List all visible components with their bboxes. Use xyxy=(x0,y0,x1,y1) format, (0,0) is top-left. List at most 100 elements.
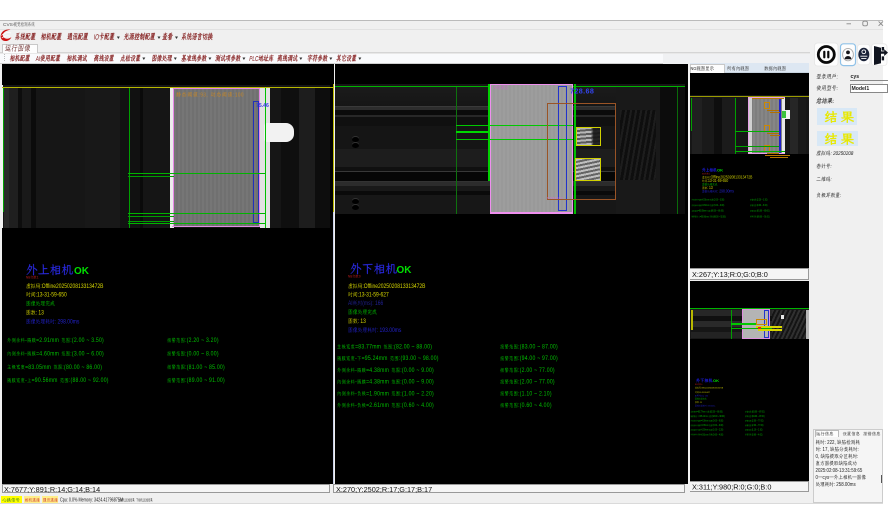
svg-text:1: 1 xyxy=(125,498,126,503)
svg-text:: 222,: : 222, xyxy=(825,440,836,446)
svg-text:=95.24mm: =95.24mm xyxy=(362,356,388,363)
svg-text:0,: 0, xyxy=(816,454,820,460)
svg-text:=1.90mm: =1.90mm xyxy=(701,430,709,432)
svg-text:=1.90mm: =1.90mm xyxy=(366,391,389,398)
svg-text::: : xyxy=(857,448,858,453)
svg-text:AI: AI xyxy=(494,85,497,91)
svg-text::(88.00 ~ 92.00): :(88.00 ~ 92.00) xyxy=(69,378,109,385)
svg-text:0: 0 xyxy=(816,475,819,481)
svg-text::(1.00 ~ 2.20): :(1.00 ~ 2.20) xyxy=(712,430,723,432)
svg-text:=90.56mm: =90.56mm xyxy=(32,378,58,385)
svg-text:-: - xyxy=(698,199,699,201)
svg-text::(2.00 ~ 77.00): :(2.00 ~ 77.00) xyxy=(751,420,763,422)
svg-text:: 193.00ms: : 193.00ms xyxy=(707,405,716,407)
svg-text::(2.20 ~ 3.20): :(2.20 ~ 3.20) xyxy=(185,338,219,345)
svg-text:X:270;Y:2502;R:17;G:17;B:17: X:270;Y:2502;R:17;G:17;B:17 xyxy=(336,485,432,494)
svg-text:2025:02:08-13:31:59:65: 2025:02:08-13:31:59:65 xyxy=(816,468,863,474)
svg-text:=4.38mm: =4.38mm xyxy=(366,367,389,374)
svg-text:NG: NG xyxy=(695,384,698,386)
svg-text:PLC: PLC xyxy=(249,56,260,63)
svg-text:=83.77mm: =83.77mm xyxy=(355,344,381,351)
svg-text:-: - xyxy=(697,416,698,418)
svg-text:(ms): 166: (ms): 166 xyxy=(701,395,709,397)
svg-text:AI: AI xyxy=(348,301,353,308)
svg-text:728.68: 728.68 xyxy=(570,88,594,96)
svg-text::(3.00 ~ 6.00): :(3.00 ~ 6.00) xyxy=(70,351,104,358)
svg-text:-: - xyxy=(355,356,357,363)
svg-text:: 298.00ms: : 298.00ms xyxy=(55,319,80,326)
svg-text:=4.38mm: =4.38mm xyxy=(366,379,389,386)
svg-text::(89.00 ~ 91.00): :(89.00 ~ 91.00) xyxy=(756,216,769,218)
svg-text::Offline2025020813313472B: :Offline2025020813313472B xyxy=(362,284,425,291)
svg-text:=95.24mm: =95.24mm xyxy=(699,416,708,418)
svg-text::(0.00 ~ 8.00): :(0.00 ~ 8.00) xyxy=(185,351,219,358)
svg-text:CVS-: CVS- xyxy=(3,22,15,28)
svg-text::(2.20 ~ 3.20): :(2.20 ~ 3.20) xyxy=(756,199,767,201)
svg-text:NG: NG xyxy=(691,66,697,71)
svg-text:OK: OK xyxy=(713,378,719,383)
svg-text::(82.00 ~ 88.00): :(82.00 ~ 88.00) xyxy=(709,411,722,413)
svg-text::(0.00 ~ 9.00): :(0.00 ~ 9.00) xyxy=(712,420,723,422)
svg-text::(1.10 ~ 2.10): :(1.10 ~ 2.10) xyxy=(518,391,552,398)
svg-text:cys: cys xyxy=(823,476,830,481)
svg-text::(2.00 ~ 77.00): :(2.00 ~ 77.00) xyxy=(518,367,555,374)
svg-text::0: :0 xyxy=(701,384,702,386)
svg-text:-: - xyxy=(355,367,357,374)
svg-text::: : xyxy=(830,178,832,183)
svg-text::(0.00 ~ 9.00): :(0.00 ~ 9.00) xyxy=(400,379,434,386)
svg-text::13-31-59-627: :13-31-59-627 xyxy=(699,392,710,394)
svg-text:=2.61mm: =2.61mm xyxy=(701,434,709,436)
svg-text::: : xyxy=(857,455,858,460)
svg-text::1: :1 xyxy=(36,275,39,279)
svg-text::(94.00 ~ 97.00): :(94.00 ~ 97.00) xyxy=(751,416,764,418)
svg-text:=4.38mm: =4.38mm xyxy=(701,425,709,427)
svg-text:: 13: : 13 xyxy=(36,310,44,317)
svg-text::(0.60 ~ 4.00): :(0.60 ~ 4.00) xyxy=(751,434,762,436)
svg-text:-: - xyxy=(25,338,27,345)
svg-text::(1.10 ~ 2.10): :(1.10 ~ 2.10) xyxy=(751,430,762,432)
svg-text:-: - xyxy=(697,430,698,432)
svg-text:-: - xyxy=(355,391,357,398)
svg-text:cys: cys xyxy=(851,74,860,80)
svg-text::(83.00 ~ 87.00): :(83.00 ~ 87.00) xyxy=(518,344,558,351)
svg-text::13-31-59-627: :13-31-59-627 xyxy=(358,292,389,299)
svg-text:(ms): 166: (ms): 166 xyxy=(362,301,383,308)
svg-text::Offline2025020813313472B: :Offline2025020813313472B xyxy=(40,284,103,291)
svg-text::(89.00 ~ 91.00): :(89.00 ~ 91.00) xyxy=(185,378,225,385)
svg-text::(1.00 ~ 2.20): :(1.00 ~ 2.20) xyxy=(400,391,434,398)
svg-text:Model1: Model1 xyxy=(852,86,870,92)
svg-text::(93.00 ~ 98.00): :(93.00 ~ 98.00) xyxy=(399,356,439,363)
svg-text:IO: IO xyxy=(93,33,99,41)
svg-text::100: :100 xyxy=(233,92,244,98)
svg-text:=2.91mm: =2.91mm xyxy=(36,338,59,345)
svg-text::(81.00 ~ 85.00): :(81.00 ~ 85.00) xyxy=(756,211,769,213)
svg-text::: : xyxy=(836,74,838,80)
svg-text:: 20250208: : 20250208 xyxy=(830,151,854,157)
svg-text:: 193.00ms: : 193.00ms xyxy=(377,328,402,335)
svg-text::(94.00 ~ 97.00): :(94.00 ~ 97.00) xyxy=(518,356,558,363)
svg-text::(80.00 ~ 86.00): :(80.00 ~ 86.00) xyxy=(710,211,723,213)
svg-text::13-31-59-650: :13-31-59-650 xyxy=(36,292,67,299)
svg-text:TL N=0.0 S=0.0: TL N=0.0 S=0.0 xyxy=(547,197,563,200)
svg-text::(0.00 ~ 9.00): :(0.00 ~ 9.00) xyxy=(400,367,434,374)
svg-text:: 258.00ms: : 258.00ms xyxy=(834,482,856,488)
svg-text::: : xyxy=(830,165,832,170)
svg-text::(0.60 ~ 4.00): :(0.60 ~ 4.00) xyxy=(518,403,552,410)
svg-text:1: 1 xyxy=(143,498,144,503)
svg-text:: 13: : 13 xyxy=(699,402,703,404)
svg-text::0: :0 xyxy=(358,274,361,278)
svg-text:-: - xyxy=(25,351,27,358)
svg-text:X:311;Y:980;R:0;G:0;B:0: X:311;Y:980;R:0;G:0;B:0 xyxy=(692,483,771,492)
svg-text::(2.00 ~ 3.50): :(2.00 ~ 3.50) xyxy=(713,199,724,201)
svg-text::: : xyxy=(836,86,838,92)
svg-text:-: - xyxy=(355,403,357,410)
svg-text:: 13: : 13 xyxy=(358,319,366,326)
svg-text:-: - xyxy=(698,205,699,207)
svg-text::(83.00 ~ 87.00): :(83.00 ~ 87.00) xyxy=(751,411,764,413)
svg-text:=2.61mm: =2.61mm xyxy=(366,403,389,410)
svg-text:OK: OK xyxy=(717,168,723,173)
svg-text::(0.00 ~ 9.00): :(0.00 ~ 9.00) xyxy=(712,425,723,427)
svg-text:AI: AI xyxy=(695,394,697,397)
svg-text:=90.56mm: =90.56mm xyxy=(700,216,709,218)
svg-text::(3.00 ~ 6.00): :(3.00 ~ 6.00) xyxy=(713,205,724,207)
